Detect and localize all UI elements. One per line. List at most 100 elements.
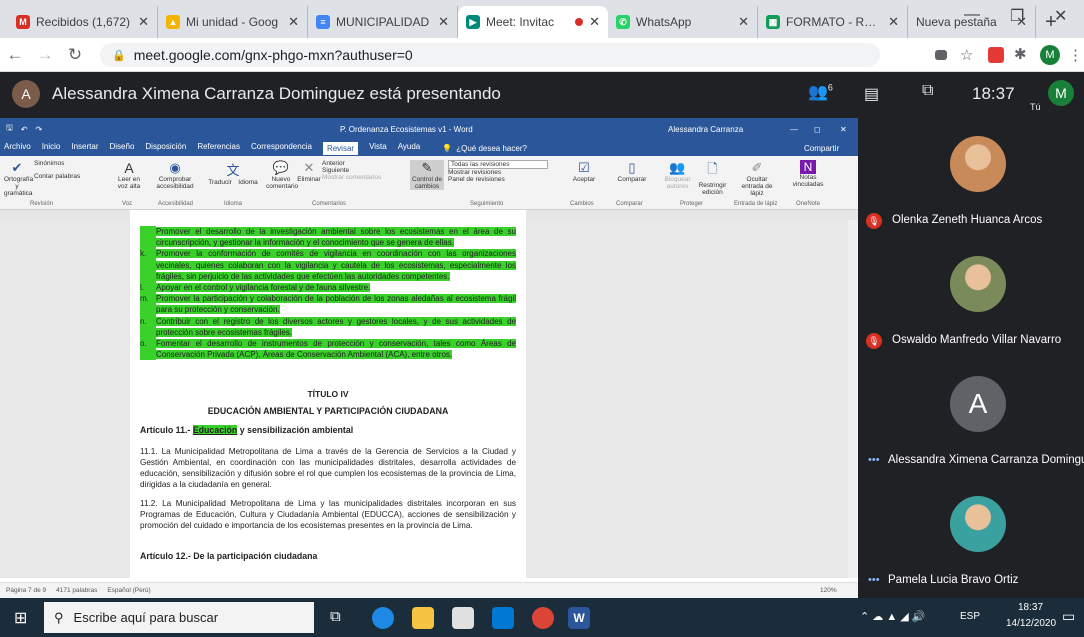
close-window-button[interactable]: ✕ <box>1054 6 1067 26</box>
browser-tab[interactable]: ≡ MUNICIPALIDAD ✕ <box>308 6 458 38</box>
audio-indicator-icon: ••• <box>868 454 880 466</box>
participant-tile[interactable]: Oswaldo Manfredo Villar Navarro 🎙 <box>858 238 1084 358</box>
group-label-protect: Proteger <box>680 201 704 207</box>
windows-taskbar: ⊞ ⚲ Escribe aquí para buscar ⧉ W ⌃ ☁ ▲ ◢… <box>0 598 1084 637</box>
highlighted-list: Promover el desarrollo de la investigaci… <box>140 226 516 361</box>
article-underlined: Educación <box>192 425 238 435</box>
new-comment-icon: 💬 <box>272 160 290 175</box>
list-item: o. Fomentar el desarrollo de instrumentos… <box>140 338 516 361</box>
maximize-button[interactable]: ❐ <box>1010 6 1024 26</box>
windows-start-icon[interactable]: ⊞ <box>14 608 27 628</box>
redo-icon: ↷ <box>35 124 43 134</box>
browser-tab[interactable]: M Recibidos (1,672) ✕ <box>8 6 158 38</box>
reload-button[interactable]: ↻ <box>60 45 90 65</box>
meet-top-bar: A Alessandra Ximena Carranza Dominguez e… <box>0 72 1084 118</box>
participant-name: Alessandra Ximena Carranza Domingu... <box>888 454 1084 466</box>
people-icon: 👥 <box>808 84 828 101</box>
previous-label: Anterior <box>322 160 345 167</box>
close-tab-icon[interactable]: ✕ <box>738 14 749 30</box>
participant-name: Olenka Zeneth Huanca Arcos <box>892 214 1043 226</box>
url-field[interactable]: 🔒 meet.google.com/gnx-phgo-mxn?authuser=… <box>100 43 880 67</box>
word-menu-item: Ayuda <box>397 141 421 151</box>
people-count: 6 <box>827 82 833 93</box>
puzzle-icon[interactable]: ✱ <box>1014 45 1027 63</box>
block-authors-label: Bloquear autores <box>664 176 691 190</box>
minimize-button[interactable]: — <box>964 6 980 24</box>
presenter-avatar: A <box>12 80 40 108</box>
close-tab-icon[interactable]: ✕ <box>138 14 149 30</box>
presenting-text: Alessandra Ximena Carranza Dominguez est… <box>52 84 501 103</box>
mail-icon[interactable] <box>492 607 514 629</box>
paragraph-11-1: 11.1. La Municipalidad Metropolitana de … <box>140 447 516 489</box>
close-tab-icon[interactable]: ✕ <box>888 14 899 30</box>
group-label-accessibility: Accesibilidad <box>158 201 194 207</box>
star-icon[interactable]: ☆ <box>960 46 973 64</box>
input-language[interactable]: ESP <box>960 611 980 622</box>
ribbon-group-comments: 💬 Nuevo comentario ✕ Eliminar Anterior Sigu… <box>266 160 386 190</box>
browser-tab[interactable]: ✆ WhatsApp ✕ <box>608 6 758 38</box>
participant-photo <box>950 496 1006 552</box>
close-tab-icon[interactable]: ✕ <box>438 14 449 30</box>
browser-tab[interactable]: ▲ Mi unidad - Goog ✕ <box>158 6 308 38</box>
browser-tab[interactable]: ▶ Meet: Invitac ✕ <box>458 6 608 38</box>
list-text: Promover el desarrollo de la investigaci… <box>156 227 516 248</box>
word-taskbar-icon[interactable]: W <box>568 607 590 629</box>
taskbar-search-box[interactable]: ⚲ Escribe aquí para buscar <box>44 602 314 633</box>
task-view-icon[interactable]: ⧉ <box>330 608 341 625</box>
close-tab-icon[interactable]: ✕ <box>288 14 299 30</box>
participant-avatar-letter: A <box>950 376 1006 432</box>
paragraph-11-2: 11.2. La Municipalidad Metropolitana de … <box>140 499 516 530</box>
menu-icon[interactable]: ⋮ <box>1068 46 1083 64</box>
spelling-icon: ✔ <box>11 160 23 175</box>
translate-icon: 文 <box>226 163 240 178</box>
clock-date[interactable]: 14/12/2020 <box>1006 618 1056 629</box>
restrict-label: Restringir edición <box>698 182 727 196</box>
address-bar: ← → ↻ 🔒 meet.google.com/gnx-phgo-mxn?aut… <box>0 38 1084 72</box>
clock-time[interactable]: 18:37 <box>1018 602 1043 613</box>
zoom-level: 120% <box>820 587 837 594</box>
activities-icon[interactable]: ⧉ <box>922 82 933 100</box>
accessibility-label: Comprobar accesibilidad <box>156 176 194 190</box>
next-label: Siguiente <box>322 167 350 174</box>
back-button[interactable]: ← <box>0 45 30 65</box>
browser-tab[interactable]: ▦ FORMATO - REND ✕ <box>758 6 908 38</box>
self-avatar[interactable]: M <box>1048 80 1074 106</box>
muted-mic-icon: 🎙 <box>866 333 882 349</box>
ribbon-group-compare: ▯ Comparar <box>610 160 654 183</box>
word-menu-item: Revisar <box>322 141 359 155</box>
participant-tile[interactable]: Pamela Lucia Bravo Ortiz ••• <box>858 478 1084 598</box>
chat-icon[interactable]: ▤ <box>864 84 879 104</box>
participant-tile[interactable]: A Alessandra Ximena Carranza Domingu... ••… <box>858 358 1084 478</box>
pdf-extension-icon[interactable] <box>988 47 1004 63</box>
shared-word-window: 🖫 ↶ ↷ P. Ordenanza Ecosistemas v1 - Word… <box>0 118 858 598</box>
audio-indicator-icon: ••• <box>868 574 880 586</box>
accept-icon: ☑ <box>578 160 590 175</box>
group-label-language: Idioma <box>224 201 243 207</box>
people-button[interactable]: 👥6 <box>808 82 833 102</box>
edge-icon[interactable] <box>372 607 394 629</box>
title-iv: TÍTULO IV <box>307 389 349 399</box>
hide-ink-icon: ✐ <box>751 160 763 175</box>
show-comments-label: Mostrar comentarios <box>322 174 382 181</box>
forward-button[interactable]: → <box>30 45 60 65</box>
close-tab-icon[interactable]: ✕ <box>589 14 600 30</box>
system-tray-icons[interactable]: ⌃ ☁ ▲ ◢ 🔊 <box>860 610 925 623</box>
participant-name: Oswaldo Manfredo Villar Navarro <box>892 334 1062 346</box>
list-text: Promover la conformación de comités de v… <box>156 249 516 281</box>
delete-icon: ✕ <box>303 160 315 175</box>
camera-icon[interactable] <box>935 50 947 60</box>
notification-icon[interactable]: ▭ <box>1062 608 1075 625</box>
list-marker: o. <box>140 338 156 361</box>
read-aloud-icon: A <box>124 160 134 176</box>
participant-tile[interactable]: Olenka Zeneth Huanca Arcos 🎙 <box>858 118 1084 238</box>
chrome-icon[interactable] <box>532 607 554 629</box>
document-page: Promover el desarrollo de la investigaci… <box>130 220 526 578</box>
store-icon[interactable] <box>452 607 474 629</box>
list-marker: m. <box>140 293 156 316</box>
sheets-icon: ▦ <box>766 15 780 29</box>
list-marker: l. <box>140 282 156 294</box>
profile-avatar[interactable]: M <box>1040 45 1060 65</box>
browser-tab-bar: M Recibidos (1,672) ✕ ▲ Mi unidad - Goog ✕ ≡ MU… <box>0 0 1084 38</box>
word-count-label: Contar palabras <box>34 173 81 180</box>
file-explorer-icon[interactable] <box>412 607 434 629</box>
